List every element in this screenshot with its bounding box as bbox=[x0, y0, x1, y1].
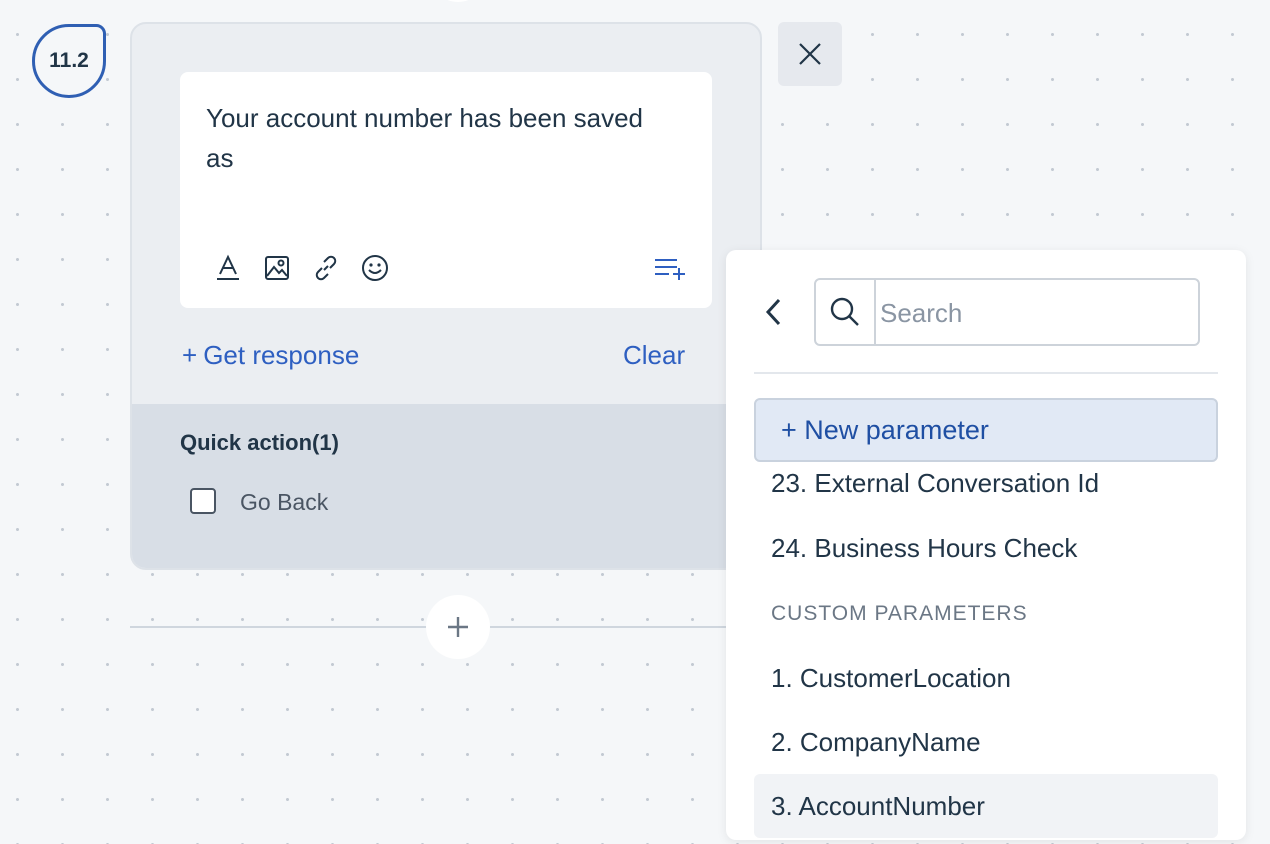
panel-divider bbox=[754, 372, 1218, 374]
text-format-icon[interactable] bbox=[212, 252, 244, 284]
card-actions: + Get response Clear bbox=[132, 330, 760, 380]
insert-variable-icon[interactable] bbox=[652, 252, 688, 284]
step-number-badge: 11.2 bbox=[32, 24, 106, 98]
link-icon[interactable] bbox=[310, 252, 342, 284]
message-card: Your account number has been saved as + G… bbox=[130, 22, 762, 570]
clear-button[interactable]: Clear bbox=[623, 340, 685, 371]
get-response-button[interactable]: + Get response bbox=[182, 340, 359, 371]
new-parameter-button[interactable]: + New parameter bbox=[754, 398, 1218, 462]
quick-action-title: Quick action(1) bbox=[180, 430, 339, 455]
go-back-label: Go Back bbox=[240, 489, 329, 515]
add-step-button[interactable] bbox=[426, 595, 490, 659]
search-input[interactable] bbox=[878, 288, 1182, 338]
list-item[interactable]: 1. CustomerLocation bbox=[754, 647, 1218, 709]
quick-action-section: Quick action(1) Go Back bbox=[132, 404, 760, 568]
close-button[interactable] bbox=[778, 22, 842, 86]
emoji-icon[interactable] bbox=[359, 252, 391, 284]
parameter-dropdown: + New parameter 23. External Conversatio… bbox=[726, 250, 1246, 840]
connector-dot bbox=[440, 0, 476, 2]
search-box bbox=[814, 278, 1200, 346]
close-icon bbox=[799, 43, 821, 65]
parameter-list[interactable]: 23. External Conversation Id 24. Busines… bbox=[754, 464, 1218, 840]
go-back-checkbox[interactable] bbox=[190, 488, 216, 514]
list-item[interactable]: 2. CompanyName bbox=[754, 711, 1218, 773]
image-icon[interactable] bbox=[261, 252, 293, 284]
list-item[interactable]: 3. AccountNumber bbox=[754, 774, 1218, 838]
custom-parameters-heading: CUSTOM PARAMETERS bbox=[771, 602, 1028, 625]
list-item[interactable]: 23. External Conversation Id bbox=[754, 464, 1218, 514]
plus-icon bbox=[448, 617, 468, 637]
plus-icon: + bbox=[182, 340, 198, 370]
chevron-left-icon bbox=[765, 298, 781, 326]
message-editor[interactable]: Your account number has been saved as bbox=[180, 72, 712, 308]
step-number: 11.2 bbox=[49, 49, 89, 72]
search-icon bbox=[816, 280, 876, 344]
back-button[interactable] bbox=[756, 292, 790, 332]
message-text[interactable]: Your account number has been saved as bbox=[206, 98, 666, 178]
list-item[interactable]: 24. Business Hours Check bbox=[754, 517, 1218, 579]
get-response-label: Get response bbox=[203, 340, 360, 370]
